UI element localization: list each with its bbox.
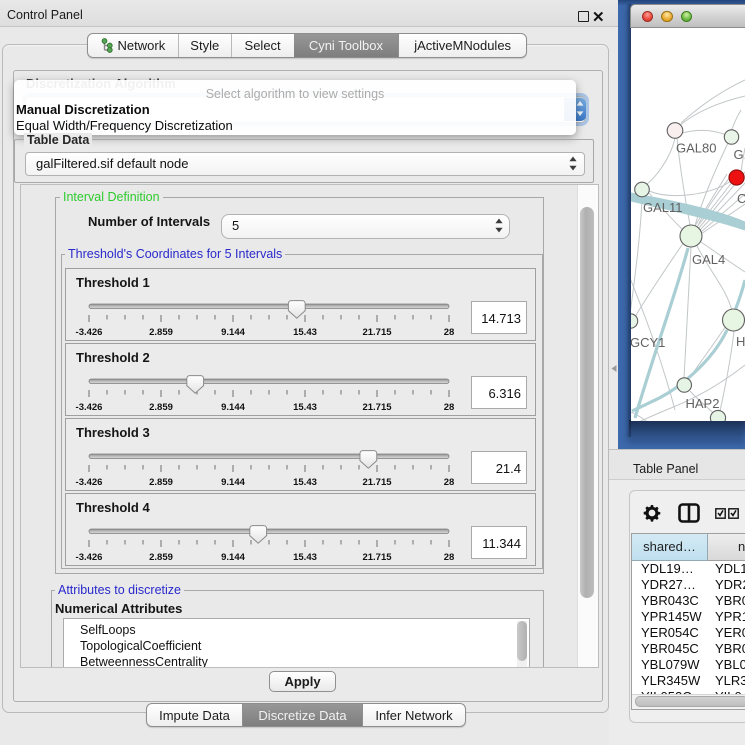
svg-text:G.: G. — [734, 147, 745, 162]
svg-text:GAL11: GAL11 — [643, 200, 683, 215]
svg-text:GAL4: GAL4 — [692, 252, 725, 267]
svg-text:GCY1: GCY1 — [631, 335, 665, 350]
svg-text:H: H — [736, 334, 745, 349]
svg-text:C: C — [737, 191, 745, 206]
svg-text:GAL80: GAL80 — [676, 140, 716, 155]
svg-text:HAP2: HAP2 — [686, 396, 720, 411]
